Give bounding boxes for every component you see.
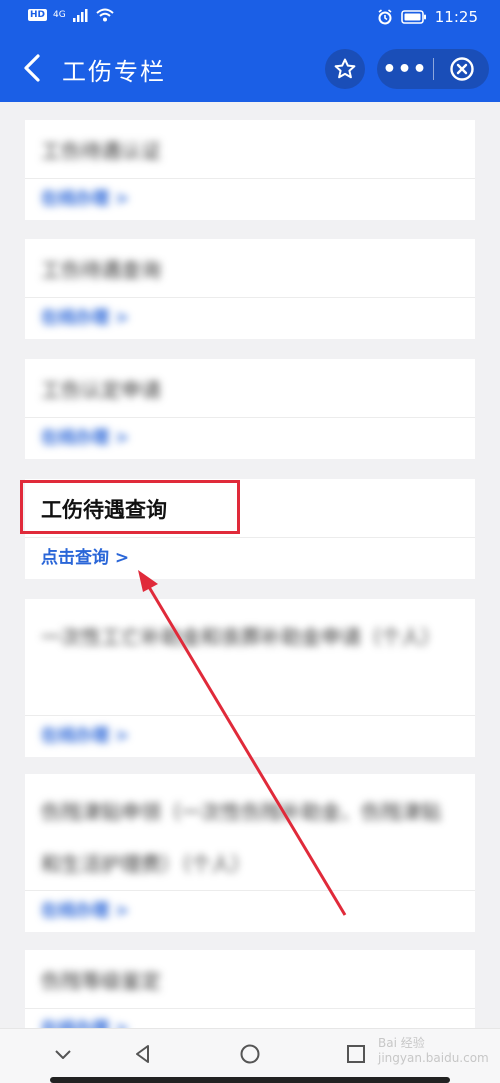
wifi-icon	[96, 8, 114, 22]
favorite-button[interactable]	[325, 49, 365, 89]
status-left: HD 4G	[28, 8, 114, 22]
home-circle-icon	[240, 1044, 260, 1064]
close-button[interactable]	[434, 56, 489, 82]
status-bar: HD 4G 11:25	[0, 0, 500, 34]
chevron-left-icon	[24, 54, 40, 82]
menu-capsule: •••	[377, 49, 489, 89]
service-title: 伤残津贴申领（一次性伤残补助金、伤残津贴和生活护理费）（个人）	[41, 800, 441, 876]
annotation-highlight-box	[20, 480, 240, 534]
back-button[interactable]	[18, 50, 48, 86]
service-card[interactable]: 伤残津贴申领（一次性伤残补助金、伤残津贴和生活护理费）（个人） 在线办理 >	[25, 774, 475, 932]
service-card[interactable]: 工伤待遇认证 在线办理 >	[25, 120, 475, 220]
service-link[interactable]: 在线办理 >	[25, 1009, 475, 1028]
service-link[interactable]: 在线办理 >	[25, 418, 475, 458]
service-title: 工伤认定申请	[41, 378, 161, 402]
service-link[interactable]: 在线办理 >	[25, 716, 475, 756]
signal-icon	[72, 9, 88, 22]
service-title: 一次性工亡补助金和丧葬补助金申请（个人）	[41, 625, 441, 649]
recents-square-icon	[347, 1045, 365, 1063]
more-button[interactable]: •••	[377, 57, 433, 82]
service-card[interactable]: 一次性工亡补助金和丧葬补助金申请（个人） 在线办理 >	[25, 599, 475, 757]
service-title: 工伤待遇查询	[41, 258, 161, 282]
query-link[interactable]: 点击查询 >	[25, 538, 475, 578]
nav-bar: 工伤专栏 •••	[0, 34, 500, 102]
network-hd-badge: HD	[28, 9, 48, 21]
nav-down-button[interactable]	[52, 1043, 74, 1069]
chevron-down-icon	[55, 1050, 71, 1059]
back-triangle-icon	[136, 1045, 149, 1063]
nav-home-button[interactable]	[239, 1043, 261, 1069]
service-title: 工伤待遇认证	[41, 139, 161, 163]
service-card[interactable]: 工伤认定申请 在线办理 >	[25, 359, 475, 459]
alarm-icon	[378, 9, 392, 25]
signal-label: 4G	[53, 10, 66, 20]
service-list: 工伤待遇认证 在线办理 > 工伤待遇查询 在线办理 > 工伤认定申请 在线办理 …	[0, 102, 500, 1028]
service-card[interactable]: 工伤待遇查询 在线办理 >	[25, 239, 475, 339]
service-link[interactable]: 在线办理 >	[25, 891, 475, 931]
star-icon	[334, 58, 356, 79]
close-circle-icon	[449, 57, 474, 81]
home-indicator	[50, 1077, 450, 1083]
watermark: Bai 经验 jingyan.baidu.com	[378, 1036, 489, 1065]
service-link[interactable]: 在线办理 >	[25, 298, 475, 338]
nav-back-button[interactable]	[132, 1043, 154, 1069]
service-title: 伤残等级鉴定	[41, 969, 161, 993]
service-link[interactable]: 在线办理 >	[25, 179, 475, 219]
nav-recents-button[interactable]	[345, 1043, 367, 1069]
page-title: 工伤专栏	[62, 58, 166, 86]
status-right: 11:25	[377, 8, 478, 26]
status-time: 11:25	[434, 8, 478, 26]
service-card[interactable]: 伤残等级鉴定 在线办理 >	[25, 950, 475, 1028]
battery-icon	[400, 10, 426, 24]
